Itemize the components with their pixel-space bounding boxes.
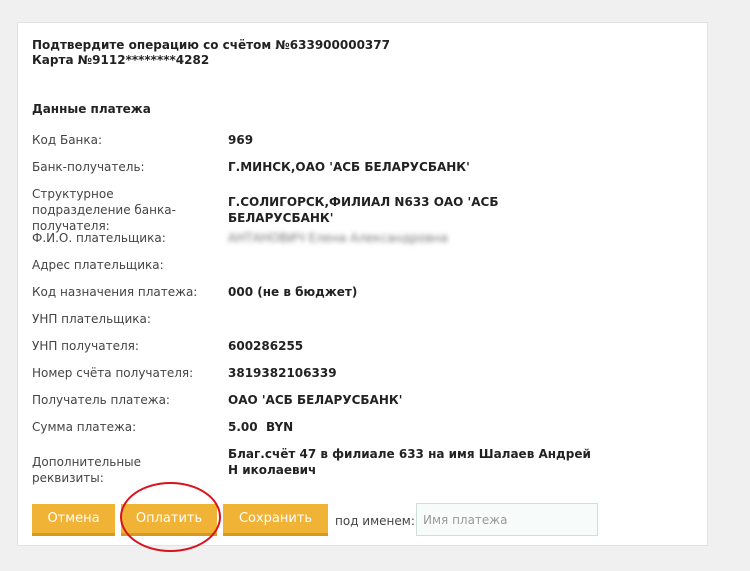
extra-details-value: Благ.счёт 47 в филиале 633 на имя Шалаев… xyxy=(228,447,591,477)
amount-value: 5.00 BYN xyxy=(228,420,294,434)
purpose-code-label: Код назначения платежа: xyxy=(32,285,198,299)
payer-name-value: АНТАНОВИЧ Елена Александровна xyxy=(228,231,448,245)
payer-unp-label: УНП плательщика: xyxy=(32,312,151,326)
confirmation-header: Подтвердите операцию со счётом №63390000… xyxy=(32,38,390,68)
recipient-bank-label: Банк-получатель: xyxy=(32,160,145,174)
payment-confirmation-card: Подтвердите операцию со счётом №63390000… xyxy=(17,22,708,546)
recipient-bank-value: Г.МИНСК,ОАО 'АСБ БЕЛАРУСБАНК' xyxy=(228,160,470,174)
purpose-code-value: 000 (не в бюджет) xyxy=(228,285,358,299)
bank-code-label: Код Банка: xyxy=(32,133,103,147)
under-name-label: под именем: xyxy=(335,514,415,528)
payer-address-label: Адрес плательщика: xyxy=(32,258,164,272)
pay-button[interactable]: Оплатить xyxy=(121,504,217,536)
payee-value: ОАО 'АСБ БЕЛАРУСБАНК' xyxy=(228,393,403,407)
account-line: Подтвердите операцию со счётом №63390000… xyxy=(32,38,390,52)
section-title: Данные платежа xyxy=(32,102,151,116)
payee-label: Получатель платежа: xyxy=(32,393,170,407)
recipient-unp-value: 600286255 xyxy=(228,339,304,353)
card-line: Карта №9112********4282 xyxy=(32,53,210,67)
amount-label: Сумма платежа: xyxy=(32,420,137,434)
payment-name-input[interactable] xyxy=(416,503,598,536)
save-button[interactable]: Сохранить xyxy=(223,504,328,536)
branch-value: Г.СОЛИГОРСК,ФИЛИАЛ N633 ОАО 'АСБ БЕЛАРУС… xyxy=(228,195,499,225)
recipient-unp-label: УНП получателя: xyxy=(32,339,139,353)
bank-code-value: 969 xyxy=(228,133,254,147)
recipient-account-label: Номер счёта получателя: xyxy=(32,366,194,380)
payer-name-label: Ф.И.О. плательщика: xyxy=(32,231,166,245)
branch-label: Структурное подразделение банка-получате… xyxy=(32,187,176,233)
cancel-button[interactable]: Отмена xyxy=(32,504,115,536)
extra-details-label: Дополнительные реквизиты: xyxy=(32,455,142,485)
recipient-account-value: 3819382106339 xyxy=(228,366,337,380)
